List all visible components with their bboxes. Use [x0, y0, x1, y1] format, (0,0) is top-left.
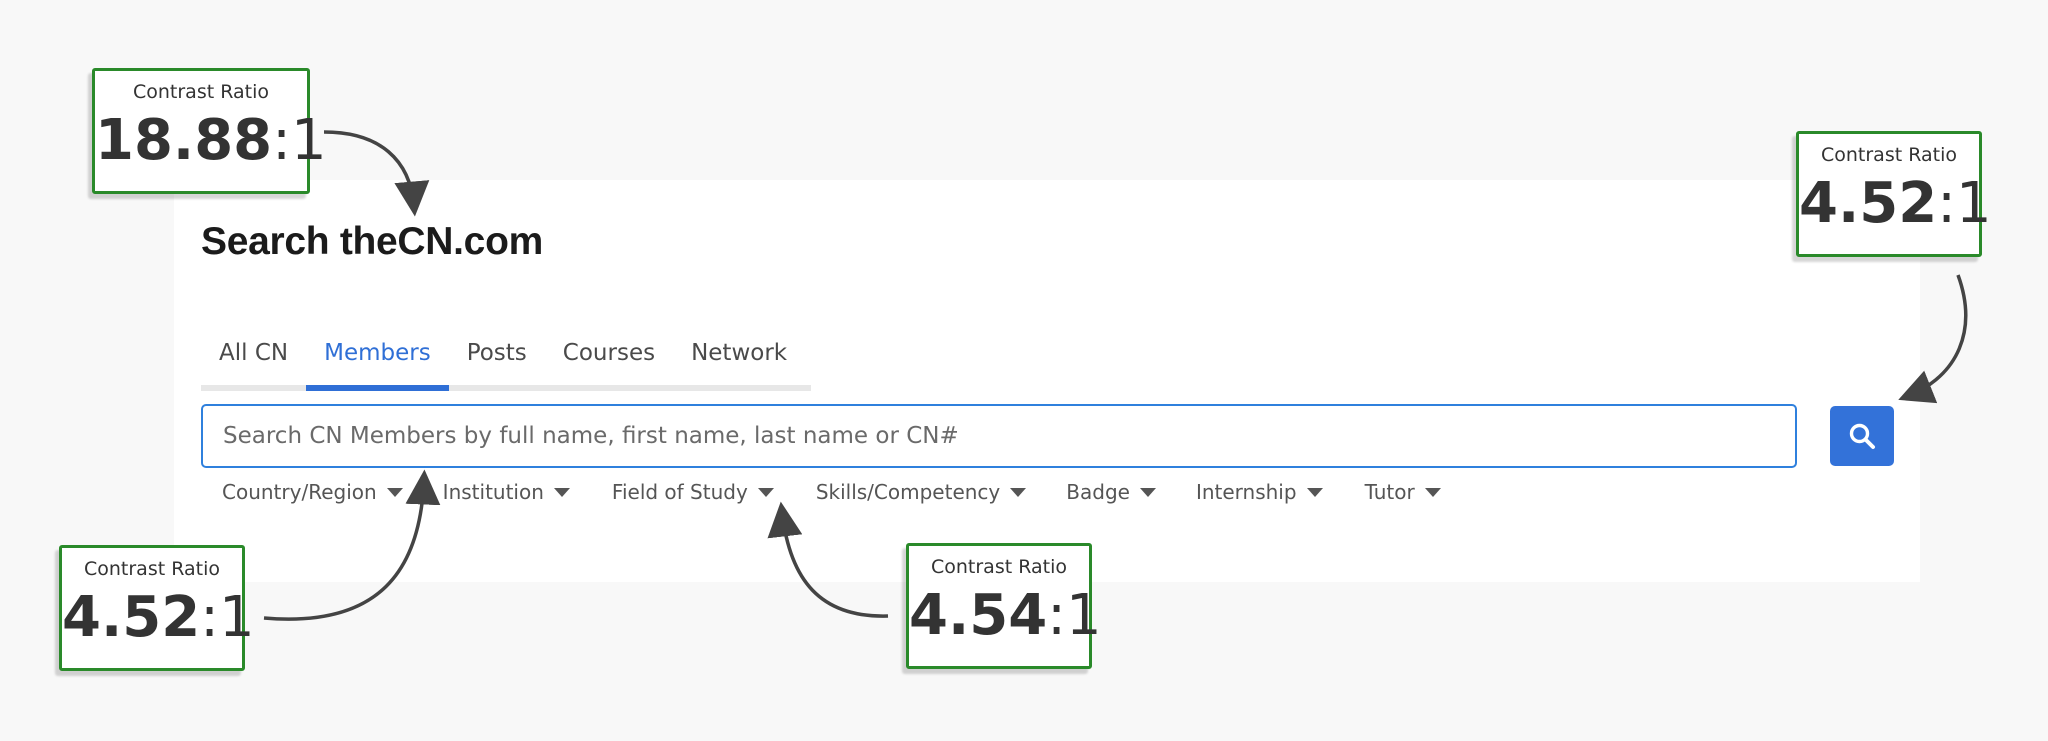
contrast-badge-placeholder: Contrast Ratio 4.52:1	[59, 545, 255, 671]
badge-suffix: :1	[272, 108, 327, 173]
badge-value: 4.54:1	[909, 588, 1102, 644]
badge-number: 4.52	[62, 585, 201, 650]
badge-value: 18.88:1	[95, 113, 327, 169]
badge-label: Contrast Ratio	[930, 556, 1067, 578]
contrast-badge-title: Contrast Ratio 18.88:1	[92, 68, 327, 194]
badge-label: Contrast Ratio	[83, 558, 220, 580]
badge-number: 4.52	[1799, 171, 1938, 236]
contrast-badge-search-button: Contrast Ratio 4.52:1	[1796, 131, 1992, 257]
badge-label: Contrast Ratio	[1820, 144, 1957, 166]
badge-suffix: :1	[1937, 171, 1992, 236]
badge-suffix: :1	[200, 585, 255, 650]
arrow-placeholder	[263, 469, 441, 621]
arrow-title	[323, 130, 430, 217]
arrow-search-button	[1898, 274, 1968, 404]
badge-value: 4.52:1	[62, 590, 255, 646]
badge-value: 4.52:1	[1799, 176, 1992, 232]
badge-label: Contrast Ratio	[132, 81, 269, 103]
contrast-badge-filters: Contrast Ratio 4.54:1	[906, 543, 1102, 669]
badge-number: 4.54	[909, 583, 1048, 648]
badge-number: 18.88	[95, 108, 273, 173]
badge-suffix: :1	[1047, 583, 1102, 648]
arrow-filters	[767, 501, 889, 618]
